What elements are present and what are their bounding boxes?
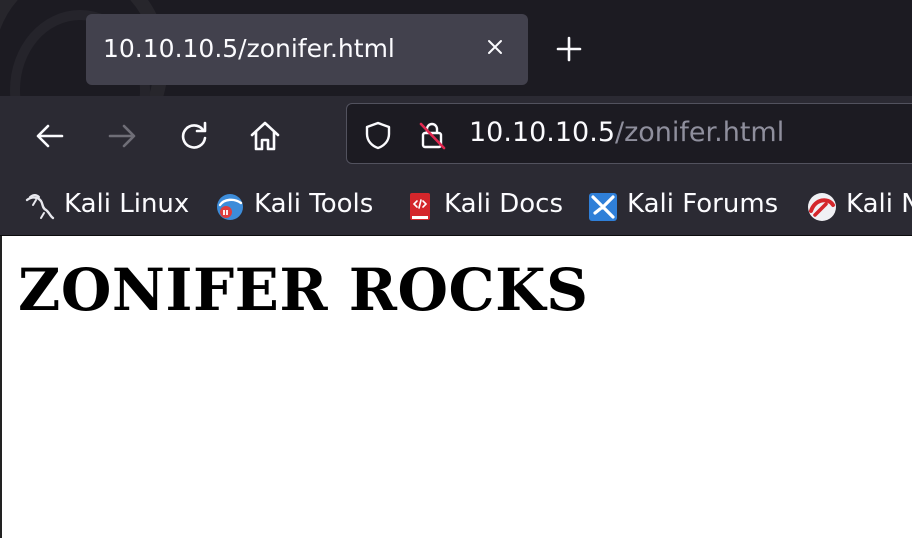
bookmark-label: Kali Forums xyxy=(627,189,779,219)
reload-icon[interactable] xyxy=(176,118,212,154)
kali-forums-icon xyxy=(589,193,617,221)
page-heading: ZONIFER ROCKS xyxy=(18,256,589,324)
shield-icon[interactable] xyxy=(363,120,393,150)
url-host: 10.10.10.5 xyxy=(469,117,615,148)
url-bar[interactable]: 10.10.10.5/zonifer.html xyxy=(346,103,912,164)
url-path: /zonifer.html xyxy=(615,117,785,148)
bookmark-label: Kali Linux xyxy=(64,189,190,219)
bookmarks-toolbar: Kali Linux Kali Tools Kali Docs Kali For… xyxy=(0,176,912,236)
kali-docs-icon xyxy=(410,193,430,220)
bookmark-label: Kali N xyxy=(846,189,912,219)
bookmark-label: Kali Tools xyxy=(254,189,374,219)
forward-arrow-icon[interactable] xyxy=(104,118,140,154)
kali-tools-icon xyxy=(217,194,243,220)
navigation-toolbar: 10.10.10.5/zonifer.html xyxy=(0,96,912,176)
new-tab-plus-icon[interactable] xyxy=(553,33,585,65)
browser-window: 10.10.10.5/zonifer.html 10.10.10.5/zonif… xyxy=(0,0,912,538)
tab-active[interactable]: 10.10.10.5/zonifer.html xyxy=(86,14,528,85)
url-text[interactable]: 10.10.10.5/zonifer.html xyxy=(469,117,784,148)
bookmark-label: Kali Docs xyxy=(444,189,564,219)
kali-nethunter-icon xyxy=(808,193,836,221)
close-icon[interactable] xyxy=(484,36,506,58)
home-icon[interactable] xyxy=(247,118,283,154)
insecure-lock-icon[interactable] xyxy=(417,120,447,150)
tab-strip: 10.10.10.5/zonifer.html xyxy=(0,0,912,96)
tab-title: 10.10.10.5/zonifer.html xyxy=(103,34,395,63)
page-content: ZONIFER ROCKS xyxy=(0,236,912,538)
back-arrow-icon[interactable] xyxy=(32,118,68,154)
kali-dragon-icon xyxy=(25,194,55,220)
